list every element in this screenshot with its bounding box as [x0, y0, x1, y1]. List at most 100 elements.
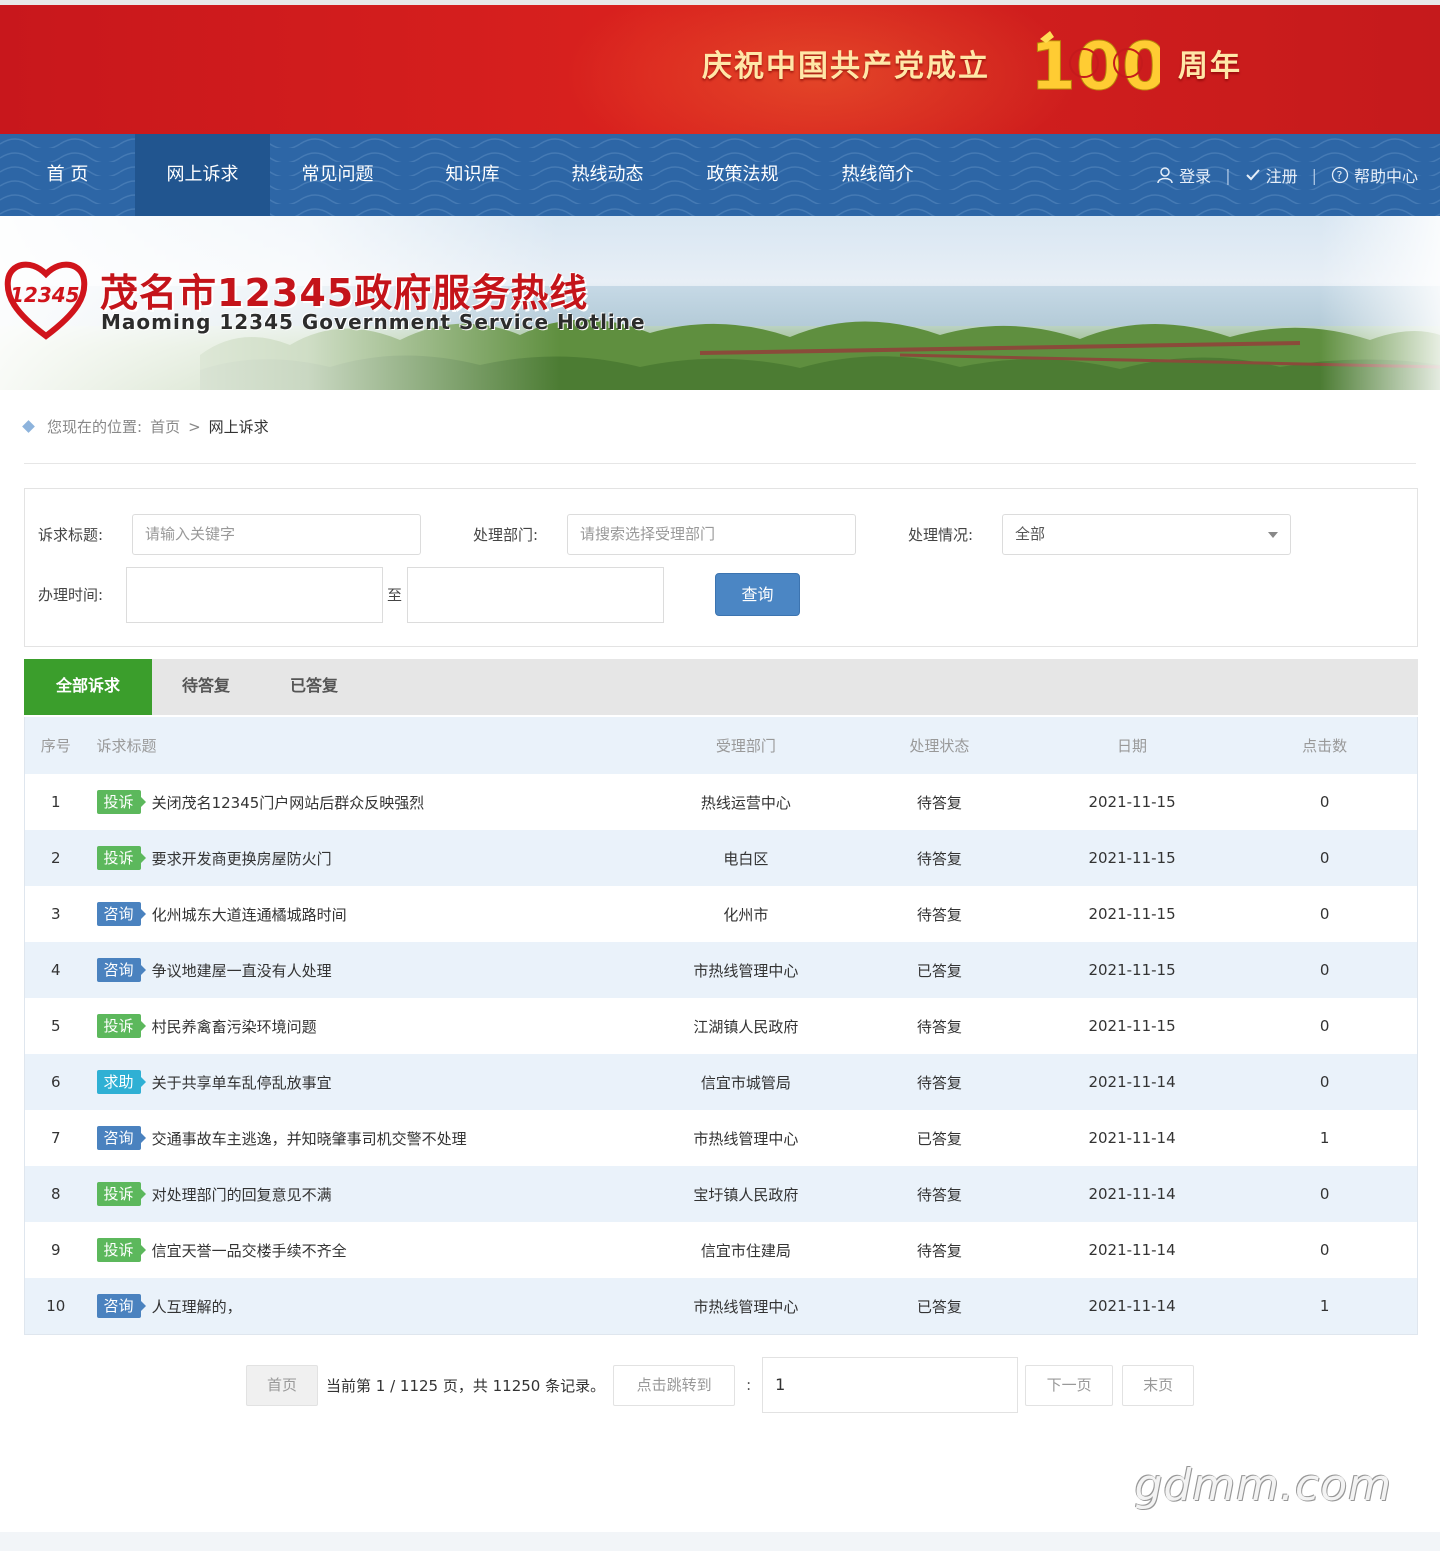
header-title: 诉求标题	[96, 737, 157, 755]
row-clicks: 0	[1319, 793, 1330, 811]
nav-item-online-appeal[interactable]: 网上诉求	[135, 134, 270, 216]
tab-all-appeals[interactable]: 全部诉求	[24, 659, 152, 715]
title-keyword-input[interactable]: 请输入关键字	[132, 514, 421, 555]
appeal-title-link[interactable]: 人互理解的，	[152, 1296, 242, 1317]
row-index: 3	[51, 905, 61, 923]
row-clicks: 0	[1319, 961, 1330, 979]
appeal-title-link[interactable]: 关闭茂名12345门户网站后群众反映强烈	[152, 792, 425, 813]
status-select[interactable]: 全部	[1002, 514, 1291, 555]
nav-divider: |	[1225, 165, 1231, 185]
time-label: 办理时间:	[38, 586, 104, 604]
row-title-cell: 咨询 人互理解的，	[87, 1294, 645, 1318]
row-title-cell: 投诉 关闭茂名12345门户网站后群众反映强烈	[87, 790, 645, 814]
row-date: 2021-11-14	[1088, 1297, 1176, 1315]
tab-pending[interactable]: 待答复	[152, 659, 260, 715]
row-state: 待答复	[916, 849, 962, 868]
appeal-title-link[interactable]: 对处理部门的回复意见不满	[152, 1184, 332, 1205]
row-date: 2021-11-14	[1088, 1241, 1176, 1259]
breadcrumb-current: 网上诉求	[208, 418, 269, 436]
nav-item-hotline-intro[interactable]: 热线简介	[810, 134, 945, 216]
centenary-100-emblem: 100	[1030, 28, 1161, 98]
row-index: 8	[51, 1185, 61, 1203]
dept-label: 处理部门:	[473, 526, 539, 544]
type-badge: 投诉	[96, 1014, 146, 1038]
row-title-cell: 投诉 村民养禽畜污染环境问题	[87, 1014, 645, 1038]
row-date: 2021-11-14	[1088, 1129, 1176, 1147]
site-watermark: gdmm.com	[1134, 1460, 1392, 1511]
table-row: 5 投诉 村民养禽畜污染环境问题 江湖镇人民政府 待答复 2021-11-15 …	[25, 998, 1417, 1054]
table-row: 6 求助 关于共享单车乱停乱放事宜 信宜市城管局 待答复 2021-11-14 …	[25, 1054, 1417, 1110]
type-badge: 求助	[96, 1070, 146, 1094]
row-index: 2	[51, 849, 61, 867]
row-state: 待答复	[916, 1017, 962, 1036]
table-row: 3 咨询 化州城东大道连通橘城路时间 化州市 待答复 2021-11-15 0	[25, 886, 1417, 942]
last-page-button[interactable]: 末页	[1122, 1364, 1195, 1406]
row-index: 6	[51, 1073, 61, 1091]
row-date: 2021-11-15	[1088, 1017, 1176, 1035]
query-button[interactable]: 查询	[715, 573, 800, 616]
celebration-suffix: 周年	[1178, 49, 1242, 84]
table-row: 2 投诉 要求开发商更换房屋防火门 电白区 待答复 2021-11-15 0	[25, 830, 1417, 886]
register-link[interactable]: 注册	[1245, 163, 1298, 187]
next-page-button[interactable]: 下一页	[1025, 1364, 1114, 1406]
jump-to-page-button[interactable]: 点击跳转到	[613, 1364, 736, 1406]
help-center-link[interactable]: ? 帮助中心	[1331, 163, 1418, 187]
nav-item-policies[interactable]: 政策法规	[675, 134, 810, 216]
appeal-table: 序号 诉求标题 受理部门 处理状态 日期 点击数 1 投诉 关闭茂名12345门…	[24, 717, 1418, 1335]
page-number-input[interactable]: 1	[762, 1357, 1019, 1413]
row-title-cell: 求助 关于共享单车乱停乱放事宜	[87, 1070, 645, 1094]
chevron-down-icon	[1268, 532, 1278, 538]
row-title-cell: 投诉 要求开发商更换房屋防火门	[87, 846, 645, 870]
appeal-title-link[interactable]: 交通事故车主逃逸，并知晓肇事司机交警不处理	[152, 1128, 467, 1149]
nav-item-home[interactable]: 首 页	[0, 134, 135, 216]
row-clicks: 0	[1319, 849, 1330, 867]
type-badge: 咨询	[96, 958, 146, 982]
start-date-input[interactable]	[126, 567, 383, 623]
type-badge: 投诉	[96, 846, 146, 870]
end-date-input[interactable]	[407, 567, 664, 623]
type-badge: 投诉	[96, 1238, 146, 1262]
row-index: 4	[51, 961, 61, 979]
login-link[interactable]: 登录	[1156, 163, 1211, 187]
row-index: 10	[46, 1297, 66, 1315]
dept-search-input[interactable]: 请搜索选择受理部门	[567, 514, 856, 555]
jump-colon: :	[746, 1376, 752, 1394]
header-dept: 受理部门	[715, 737, 776, 755]
first-page-button[interactable]: 首页	[246, 1364, 318, 1406]
login-label: 登录	[1179, 167, 1212, 186]
row-dept: 电白区	[723, 849, 769, 868]
appeal-title-link[interactable]: 信宜天誉一品交楼手续不齐全	[152, 1240, 347, 1261]
row-title-cell: 投诉 对处理部门的回复意见不满	[87, 1182, 645, 1206]
appeal-title-link[interactable]: 争议地建屋一直没有人处理	[152, 960, 332, 981]
row-dept: 化州市	[723, 905, 769, 924]
type-badge: 咨询	[96, 902, 146, 926]
table-header: 序号 诉求标题 受理部门 处理状态 日期 点击数	[25, 717, 1417, 774]
tab-answered[interactable]: 已答复	[260, 659, 368, 715]
table-row: 10 咨询 人互理解的， 市热线管理中心 已答复 2021-11-14 1	[25, 1278, 1417, 1334]
footer-strip	[0, 1532, 1440, 1551]
nav-item-faq[interactable]: 常见问题	[270, 134, 405, 216]
row-state: 待答复	[916, 905, 962, 924]
row-state: 待答复	[916, 1241, 962, 1260]
appeal-title-link[interactable]: 村民养禽畜污染环境问题	[152, 1016, 317, 1037]
logo-number: 12345	[10, 283, 80, 307]
main-nav: 首 页 网上诉求 常见问题 知识库 热线动态 政策法规 热线简介 登录 | 注册…	[0, 134, 1440, 216]
question-circle-icon: ?	[1331, 166, 1349, 184]
help-center-label: 帮助中心	[1353, 167, 1418, 186]
appeal-title-link[interactable]: 关于共享单车乱停乱放事宜	[152, 1072, 332, 1093]
nav-item-knowledge-base[interactable]: 知识库	[405, 134, 540, 216]
row-state: 待答复	[916, 793, 962, 812]
hero-fade-right	[1320, 216, 1440, 390]
breadcrumb-divider	[24, 463, 1416, 464]
row-title-cell: 咨询 争议地建屋一直没有人处理	[87, 958, 645, 982]
breadcrumb-separator: >	[188, 417, 201, 436]
register-label: 注册	[1265, 167, 1298, 186]
breadcrumb-diamond-icon	[22, 420, 35, 433]
appeal-title-link[interactable]: 化州城东大道连通橘城路时间	[152, 904, 347, 925]
celebration-banner: 庆祝中国共产党成立 100 周年	[0, 5, 1440, 134]
nav-item-hotline-news[interactable]: 热线动态	[540, 134, 675, 216]
breadcrumb-home-link[interactable]: 首页	[150, 416, 180, 437]
type-badge: 咨询	[96, 1294, 146, 1318]
appeal-title-link[interactable]: 要求开发商更换房屋防火门	[152, 848, 332, 869]
row-clicks: 0	[1319, 905, 1330, 923]
